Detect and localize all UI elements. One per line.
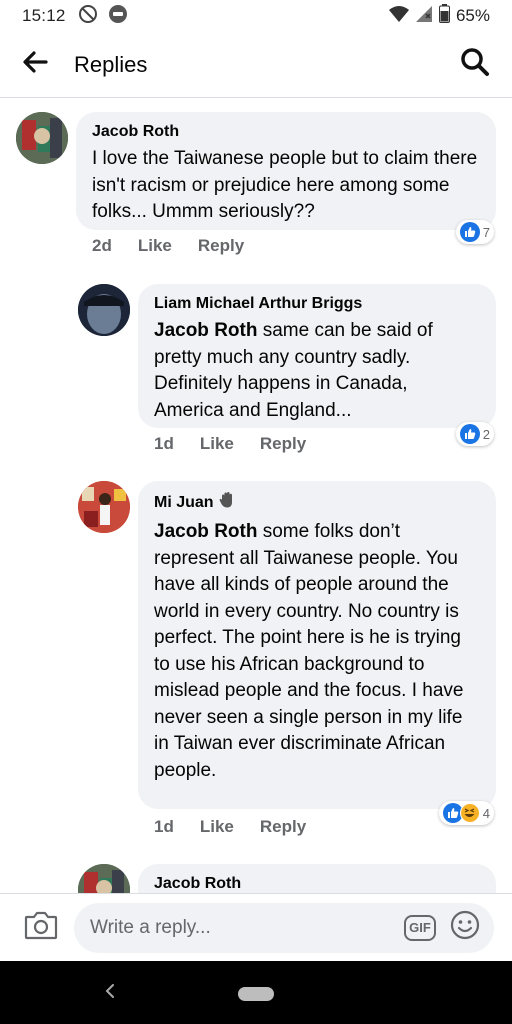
comment-bubble[interactable]: Jacob Roth I love the Taiwanese people b… xyxy=(76,112,496,244)
comment xyxy=(78,481,130,533)
comment xyxy=(16,112,68,164)
reply-button[interactable]: Reply xyxy=(198,236,244,256)
status-bar: 15:12 65% xyxy=(0,0,512,32)
comment-body: some folks don’t represent all Taiwanese… xyxy=(154,521,464,781)
like-button[interactable]: Like xyxy=(138,236,172,256)
notification-off-icon xyxy=(78,4,98,29)
mention-link[interactable]: Jacob Roth xyxy=(154,521,257,542)
comment-time: 2d xyxy=(92,236,112,255)
reaction-count: 7 xyxy=(482,224,490,240)
reaction-summary[interactable]: 4 xyxy=(438,801,494,825)
comment-actions: 2d Like Reply xyxy=(92,236,244,256)
reply-button[interactable]: Reply xyxy=(260,817,306,837)
emoji-icon[interactable] xyxy=(450,910,480,945)
reply-button[interactable]: Reply xyxy=(260,434,306,454)
avatar[interactable] xyxy=(78,864,130,893)
haha-reaction-icon xyxy=(459,803,480,823)
comment-text: I love the Taiwanese people but to claim… xyxy=(92,148,478,222)
comment-time: 1d xyxy=(154,817,174,836)
comment-text: Jacob Roth same can be said of pretty mu… xyxy=(154,318,480,424)
comment-bubble[interactable]: Mi Juan Jacob Roth some folks don’t repr… xyxy=(138,481,496,825)
battery-icon xyxy=(438,4,450,28)
like-reaction-icon xyxy=(459,222,480,242)
line-app-icon xyxy=(108,4,128,29)
comment-actions: 1d Like Reply xyxy=(154,817,306,837)
like-reaction-icon xyxy=(459,424,480,444)
reaction-summary[interactable]: 7 xyxy=(455,220,494,244)
reply-composer: Write a reply... GIF xyxy=(0,893,512,961)
nav-home-pill[interactable] xyxy=(238,987,274,1001)
comment-text: Jacob Roth some folks don’t represent al… xyxy=(154,519,480,784)
gif-icon[interactable]: GIF xyxy=(404,914,436,941)
reaction-count: 4 xyxy=(482,805,490,821)
like-button[interactable]: Like xyxy=(200,434,234,454)
comment-actions: 1d Like Reply xyxy=(154,434,306,454)
comment-time: 1d xyxy=(154,434,174,453)
nav-back-icon[interactable] xyxy=(104,981,116,1007)
comment-bubble[interactable]: Liam Michael Arthur Briggs Jacob Roth sa… xyxy=(138,284,496,446)
comment-author[interactable]: Mi Juan xyxy=(154,491,480,515)
system-nav-bar xyxy=(0,961,512,1024)
avatar[interactable] xyxy=(16,112,68,164)
mention-link[interactable]: Jacob Roth xyxy=(154,320,257,341)
back-arrow-icon[interactable] xyxy=(22,51,48,78)
avatar[interactable] xyxy=(78,481,130,533)
wave-hand-icon xyxy=(218,491,236,515)
page-title: Replies xyxy=(74,51,148,77)
signal-icon xyxy=(415,5,433,28)
comment-author[interactable]: Jacob Roth xyxy=(154,874,480,893)
reaction-count: 2 xyxy=(482,426,490,442)
like-button[interactable]: Like xyxy=(200,817,234,837)
author-name[interactable]: Mi Juan xyxy=(154,493,214,513)
comment-bubble[interactable]: Jacob Roth xyxy=(138,864,496,893)
reply-placeholder[interactable]: Write a reply... xyxy=(90,917,404,939)
status-time: 15:12 xyxy=(22,6,66,25)
wifi-icon xyxy=(388,5,409,28)
battery-percent: 65% xyxy=(455,6,490,25)
reply-input[interactable]: Write a reply... GIF xyxy=(74,902,494,953)
replies-thread: Jacob Roth I love the Taiwanese people b… xyxy=(0,99,512,893)
camera-icon[interactable] xyxy=(24,910,58,945)
reaction-summary[interactable]: 2 xyxy=(455,422,494,446)
comment xyxy=(78,284,130,336)
comment xyxy=(78,864,130,893)
comment-author[interactable]: Jacob Roth xyxy=(92,122,480,142)
comment-author[interactable]: Liam Michael Arthur Briggs xyxy=(154,294,480,314)
search-icon[interactable] xyxy=(460,47,490,82)
avatar[interactable] xyxy=(78,284,130,336)
app-header: Replies xyxy=(0,32,512,98)
